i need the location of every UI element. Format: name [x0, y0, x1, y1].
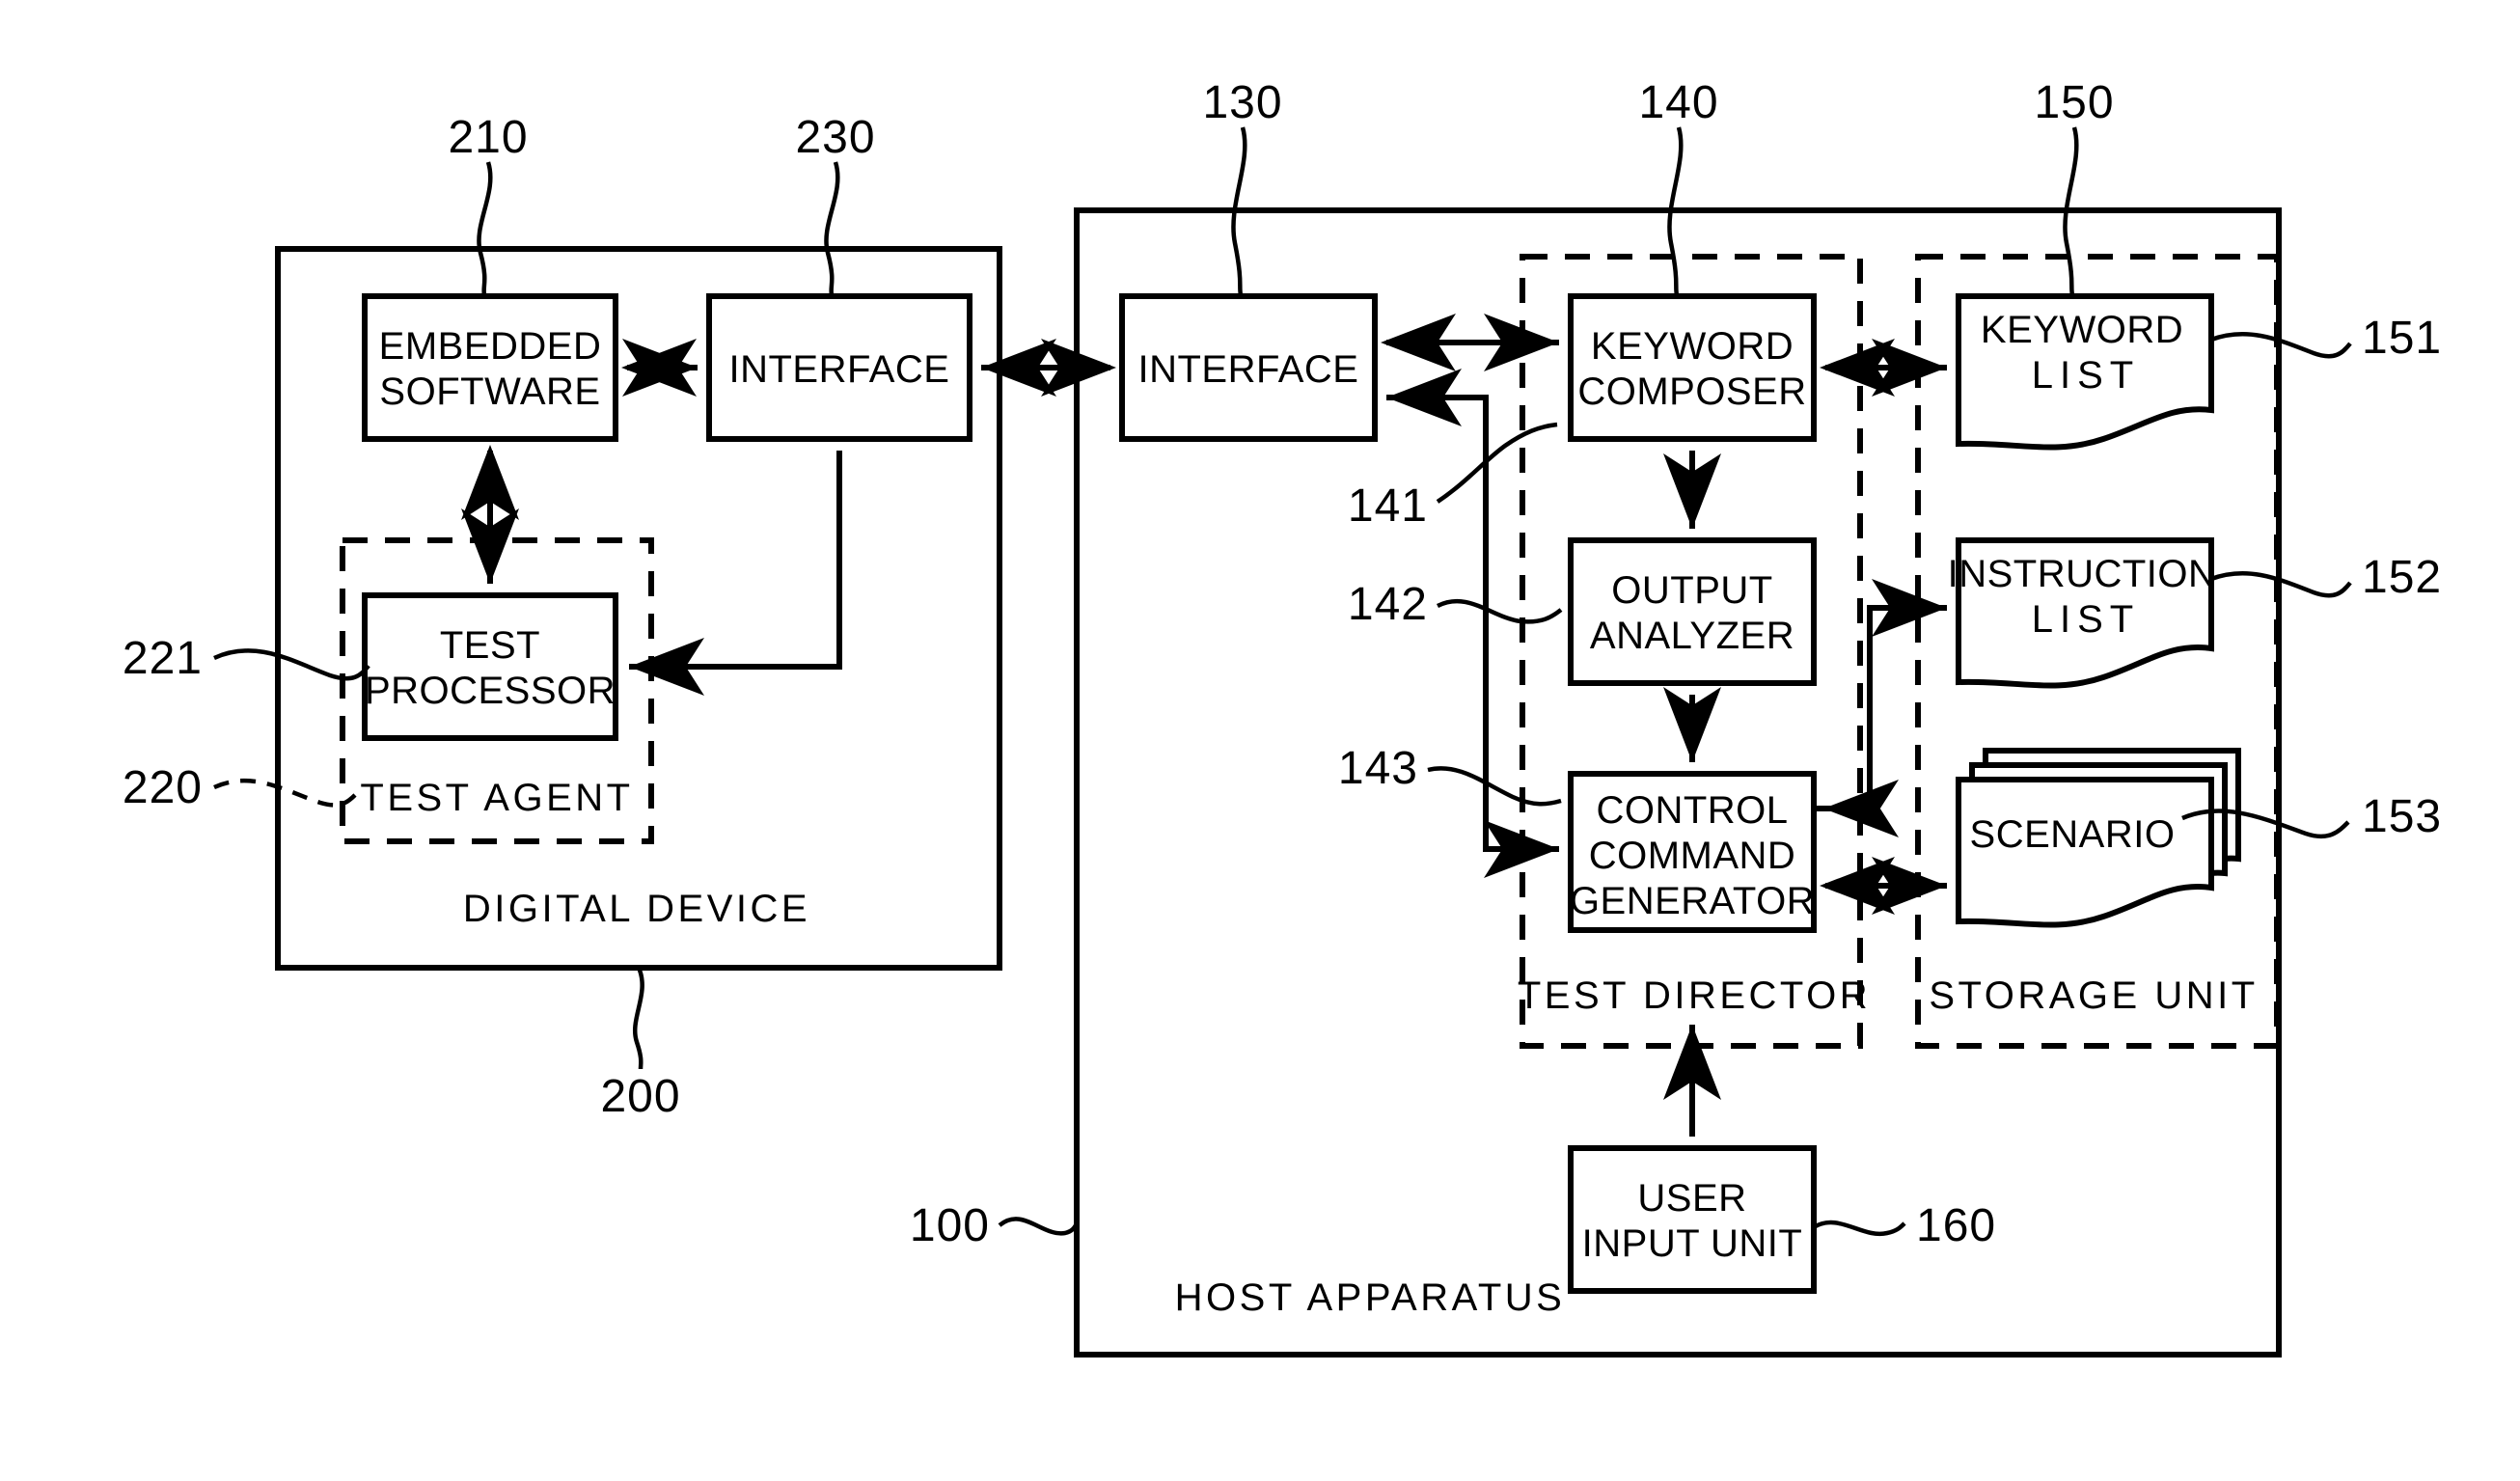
- control-command-generator-label-line2: COMMAND: [1589, 835, 1796, 877]
- embedded-software-box[interactable]: [362, 293, 618, 442]
- ref-142: 142: [1348, 579, 1428, 630]
- user-input-unit-label-line1: USER: [1637, 1177, 1746, 1220]
- test-processor-label-line2: PROCESSOR: [365, 670, 616, 712]
- leader-143: [1427, 766, 1562, 807]
- keyword-composer-label-line1: KEYWORD: [1591, 325, 1794, 368]
- control-command-generator-label-line1: CONTROL: [1596, 789, 1788, 832]
- ref-151: 151: [2362, 313, 2442, 364]
- patent-figure: 210 230 130 140 150 151 152 153 141 142 …: [0, 0, 2520, 1481]
- output-analyzer-box[interactable]: [1568, 537, 1817, 686]
- test-director-label: TEST DIRECTOR: [1518, 974, 1871, 1017]
- test-processor-box[interactable]: [362, 592, 618, 741]
- leader-230: [824, 161, 840, 296]
- leader-160: [1812, 1220, 1906, 1237]
- keyword-list-label-line1: KEYWORD: [1981, 309, 2183, 351]
- test-agent-label: TEST AGENT: [360, 777, 633, 819]
- ref-141: 141: [1348, 480, 1428, 532]
- leader-142: [1436, 598, 1563, 624]
- instruction-list-label-line2: LIST: [2032, 598, 2140, 641]
- host-apparatus-label: HOST APPARATUS: [1175, 1276, 1566, 1319]
- ref-152: 152: [2362, 552, 2442, 603]
- output-analyzer-label-line2: ANALYZER: [1590, 615, 1794, 657]
- embedded-software-label-line1: EMBEDDED: [379, 325, 602, 368]
- host-interface-label: INTERFACE: [1138, 348, 1359, 391]
- leader-210: [477, 161, 493, 296]
- leader-100: [998, 1217, 1080, 1236]
- keyword-list-label-line2: LIST: [2032, 354, 2140, 397]
- ref-153: 153: [2362, 791, 2442, 842]
- output-analyzer-label-line1: OUTPUT: [1611, 569, 1772, 612]
- ref-221: 221: [123, 633, 203, 684]
- ref-100: 100: [910, 1200, 990, 1251]
- user-input-unit-box[interactable]: [1568, 1145, 1817, 1294]
- instruction-list-label-line1: INSTRUCTION: [1948, 553, 2217, 595]
- keyword-composer-box[interactable]: [1568, 293, 1817, 442]
- digital-device-label: DIGITAL DEVICE: [463, 888, 810, 930]
- conn-keyword-composer-to-host-interface: [1386, 369, 1489, 426]
- control-command-generator-label-line3: GENERATOR: [1570, 880, 1815, 922]
- scenario-label: SCENARIO: [1970, 813, 2176, 856]
- figure-canvas: 210 230 130 140 150 151 152 153 141 142 …: [123, 77, 2442, 1358]
- conn-control-command-generator-to-instruction-list: [1814, 579, 1947, 811]
- device-interface-label: INTERFACE: [729, 348, 950, 391]
- ref-130: 130: [1202, 77, 1282, 128]
- keyword-composer-label-line2: COMPOSER: [1577, 370, 1806, 413]
- ref-150: 150: [2034, 77, 2114, 128]
- storage-unit-label: STORAGE UNIT: [1929, 974, 2258, 1017]
- conn-device-interface-to-test-processor: [629, 451, 842, 696]
- ref-230: 230: [795, 112, 875, 163]
- ref-210: 210: [448, 112, 528, 163]
- user-input-unit-label-line2: INPUT UNIT: [1582, 1222, 1803, 1265]
- ref-160: 160: [1916, 1200, 1996, 1251]
- leader-220: [213, 778, 357, 808]
- embedded-software-label-line2: SOFTWARE: [379, 370, 600, 413]
- ref-200: 200: [600, 1071, 680, 1122]
- ref-143: 143: [1338, 743, 1418, 794]
- leader-141: [1436, 422, 1558, 504]
- ref-140: 140: [1638, 77, 1718, 128]
- test-processor-label-line1: TEST: [440, 624, 540, 667]
- leader-200: [633, 967, 644, 1070]
- ref-220: 220: [123, 762, 203, 813]
